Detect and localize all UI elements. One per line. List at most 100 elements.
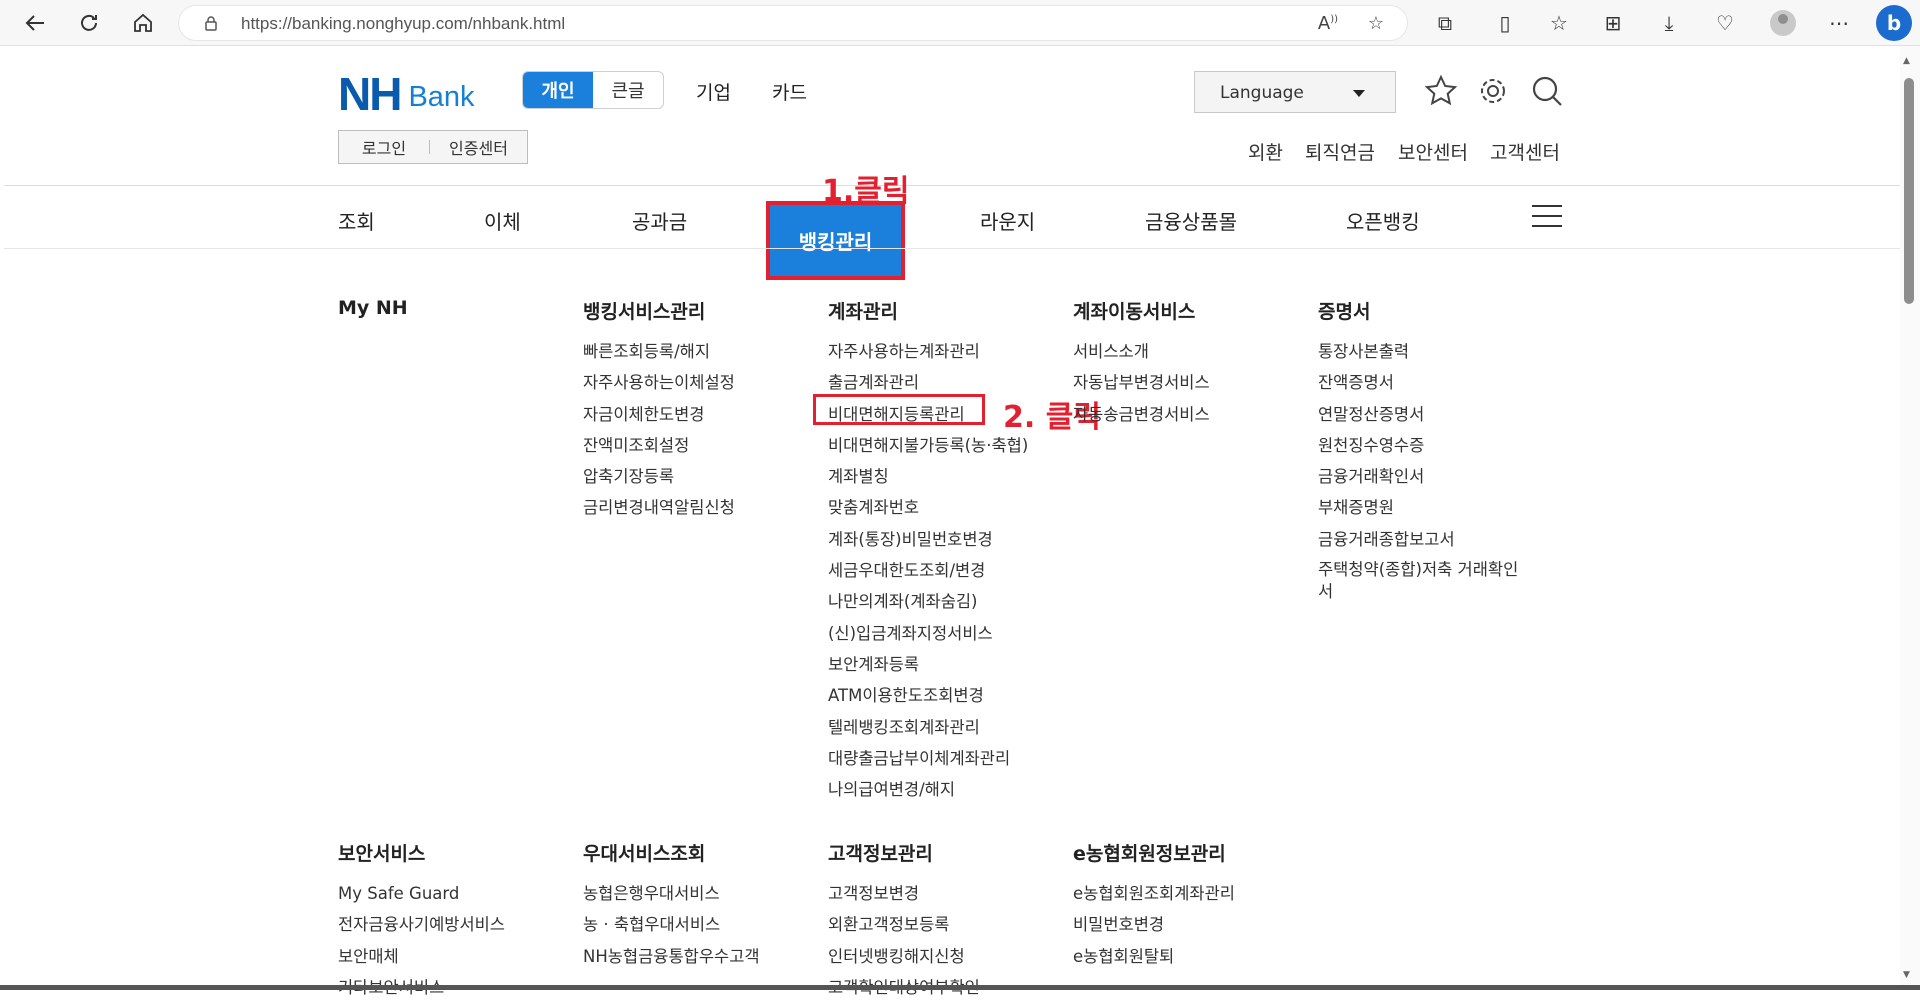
back-icon[interactable] (20, 8, 50, 38)
menu-item[interactable]: 자금이체한도변경 (583, 399, 735, 430)
hamburger-menu-icon[interactable] (1532, 205, 1562, 229)
menu-item[interactable]: 금융거래종합보고서 (1318, 524, 1533, 555)
url-text: https://banking.nonghyup.com/nhbank.html (241, 14, 566, 33)
menu-item[interactable]: 텔레뱅킹조회계좌관리 (828, 712, 1028, 743)
menu-item[interactable]: 압축기장등록 (583, 461, 735, 492)
favorites-icon[interactable]: ☆ (1544, 8, 1574, 38)
menu-title[interactable]: My NH (338, 297, 408, 319)
gnb-open-banking[interactable]: 오픈뱅킹 (1346, 206, 1420, 235)
menu-item[interactable]: 잔액증명서 (1318, 367, 1533, 398)
favorite-star-icon[interactable]: ☆ (1365, 13, 1387, 35)
lock-icon (205, 16, 217, 31)
gnb-utility-bills[interactable]: 공과금 (632, 206, 687, 235)
gnb-lounge[interactable]: 라운지 (980, 206, 1035, 235)
extensions-icon[interactable]: ⧉ (1430, 8, 1460, 38)
menu-item[interactable]: 잔액미조회설정 (583, 430, 735, 461)
menu-item[interactable]: e농협회원탈퇴 (1073, 941, 1235, 972)
view-mode-toggle: 개인 큰글 (522, 71, 664, 109)
menu-item[interactable]: 외환고객정보등록 (828, 909, 980, 940)
gnb-banking-management[interactable]: 뱅킹관리 (766, 201, 905, 280)
refresh-icon[interactable] (74, 8, 104, 38)
menu-item[interactable]: (신)입금계좌지정서비스 (828, 618, 1028, 649)
menu-item[interactable]: 전자금융사기예방서비스 (338, 909, 505, 940)
scroll-up-icon[interactable]: ▲ (1903, 56, 1910, 66)
menu-item[interactable]: My Safe Guard (338, 878, 505, 909)
profile-avatar[interactable] (1770, 10, 1796, 36)
menu-item[interactable]: 보안계좌등록 (828, 649, 1028, 680)
scroll-down-icon[interactable]: ▼ (1903, 970, 1910, 980)
menu-item[interactable]: 부채증명원 (1318, 492, 1533, 523)
menu-item[interactable]: 원천징수영수증 (1318, 430, 1533, 461)
link-foreign-exchange[interactable]: 외환 (1248, 138, 1283, 165)
language-label: Language (1220, 83, 1304, 103)
scroll-thumb[interactable] (1904, 78, 1914, 304)
menu-item[interactable]: 농협은행우대서비스 (583, 878, 760, 909)
menu-item[interactable]: 맞춤계좌번호 (828, 492, 1028, 523)
link-pension[interactable]: 퇴직연금 (1305, 138, 1375, 165)
gnb-transfer[interactable]: 이체 (484, 206, 521, 235)
downloads-icon[interactable]: ⤓ (1654, 8, 1684, 38)
menu-item[interactable]: 자주사용하는계좌관리 (828, 336, 1028, 367)
login-link[interactable]: 로그인 (339, 135, 429, 159)
menu-item[interactable]: 농 · 축협우대서비스 (583, 909, 760, 940)
menu-title: 계좌이동서비스 (1073, 301, 1196, 323)
collections-icon[interactable]: ⊞ (1598, 8, 1628, 38)
menu-item[interactable]: 비대면해지불가등록(농·축협) (828, 430, 1028, 461)
search-icon[interactable] (1530, 74, 1564, 108)
menu-item[interactable]: 금융거래확인서 (1318, 461, 1533, 492)
address-bar[interactable]: https://banking.nonghyup.com/nhbank.html… (178, 5, 1408, 41)
menu-item[interactable]: 출금계좌관리 (828, 367, 1028, 398)
gear-icon[interactable] (1476, 74, 1510, 108)
gnb-products-mall[interactable]: 금융상품몰 (1145, 206, 1237, 235)
menu-item[interactable]: 주택청약(종합)저축 거래확인서 (1318, 555, 1533, 607)
menu-item[interactable]: 금리변경내역알림신청 (583, 492, 735, 523)
menu-item[interactable]: 자주사용하는이체설정 (583, 367, 735, 398)
menu-item[interactable]: 자동납부변경서비스 (1073, 367, 1210, 398)
link-security-center[interactable]: 보안센터 (1398, 138, 1468, 165)
language-select[interactable]: Language (1194, 71, 1396, 113)
menu-item[interactable]: 고객정보변경 (828, 878, 980, 909)
menu-item[interactable]: 자동송금변경서비스 (1073, 399, 1210, 430)
nh-bank-logo[interactable]: NH Bank (338, 68, 475, 120)
more-menu-icon[interactable]: ⋯ (1824, 8, 1854, 38)
link-customer-center[interactable]: 고객센터 (1490, 138, 1560, 165)
menu-item[interactable]: 통장사본출력 (1318, 336, 1533, 367)
menu-item-nonface-termination[interactable]: 비대면해지등록관리 (828, 399, 1028, 430)
copilot-icon[interactable]: b (1876, 5, 1912, 41)
logo-bank-text: Bank (408, 81, 475, 113)
menu-item[interactable]: 빠른조회등록/해지 (583, 336, 735, 367)
tab-personal[interactable]: 개인 (523, 72, 593, 108)
menu-col-security: 보안서비스 My Safe Guard 전자금융사기예방서비스 보안매체 기타보… (338, 839, 505, 1003)
logo-nh-text: NH (338, 68, 402, 120)
star-icon[interactable] (1424, 74, 1458, 108)
menu-item[interactable]: 비밀번호변경 (1073, 909, 1235, 940)
menu-item[interactable]: 연말정산증명서 (1318, 399, 1533, 430)
menu-title: 고객정보관리 (828, 843, 933, 865)
cert-center-link[interactable]: 인증센터 (430, 135, 527, 159)
menu-item[interactable]: 보안매체 (338, 941, 505, 972)
menu-title: 보안서비스 (338, 843, 426, 865)
menu-item[interactable]: 계좌(통장)비밀번호변경 (828, 524, 1028, 555)
menu-item[interactable]: NH농협금융통합우수고객 (583, 941, 760, 972)
read-aloud-icon[interactable]: A)) (1317, 13, 1339, 35)
menu-item[interactable]: 인터넷뱅킹해지신청 (828, 941, 980, 972)
home-icon[interactable] (128, 8, 158, 38)
menu-item[interactable]: 세금우대한도조회/변경 (828, 555, 1028, 586)
menu-item[interactable]: 서비스소개 (1073, 336, 1210, 367)
gnb-inquiry[interactable]: 조회 (338, 206, 375, 235)
menu-col-mynh: My NH (338, 297, 408, 331)
menu-item[interactable]: 계좌별칭 (828, 461, 1028, 492)
link-corporate[interactable]: 기업 (696, 78, 731, 105)
menu-item[interactable]: 대량출금납부이체계좌관리 (828, 743, 1028, 774)
menu-col-account-management: 계좌관리 자주사용하는계좌관리 출금계좌관리 비대면해지등록관리 비대면해지불가… (828, 297, 1028, 805)
menu-item[interactable]: 나의급여변경/해지 (828, 774, 1028, 805)
tab-large-text[interactable]: 큰글 (593, 72, 663, 108)
split-screen-icon[interactable]: ▯ (1490, 8, 1520, 38)
menu-item[interactable]: ATM이용한도조회변경 (828, 680, 1028, 711)
menu-item[interactable]: 나만의계좌(계좌숨김) (828, 586, 1028, 617)
browser-toolbar: https://banking.nonghyup.com/nhbank.html… (0, 0, 1920, 46)
menu-item[interactable]: e농협회원조회계좌관리 (1073, 878, 1235, 909)
performance-icon[interactable]: ♡ (1710, 8, 1740, 38)
link-card[interactable]: 카드 (772, 78, 807, 105)
menu-title: 뱅킹서비스관리 (583, 301, 706, 323)
